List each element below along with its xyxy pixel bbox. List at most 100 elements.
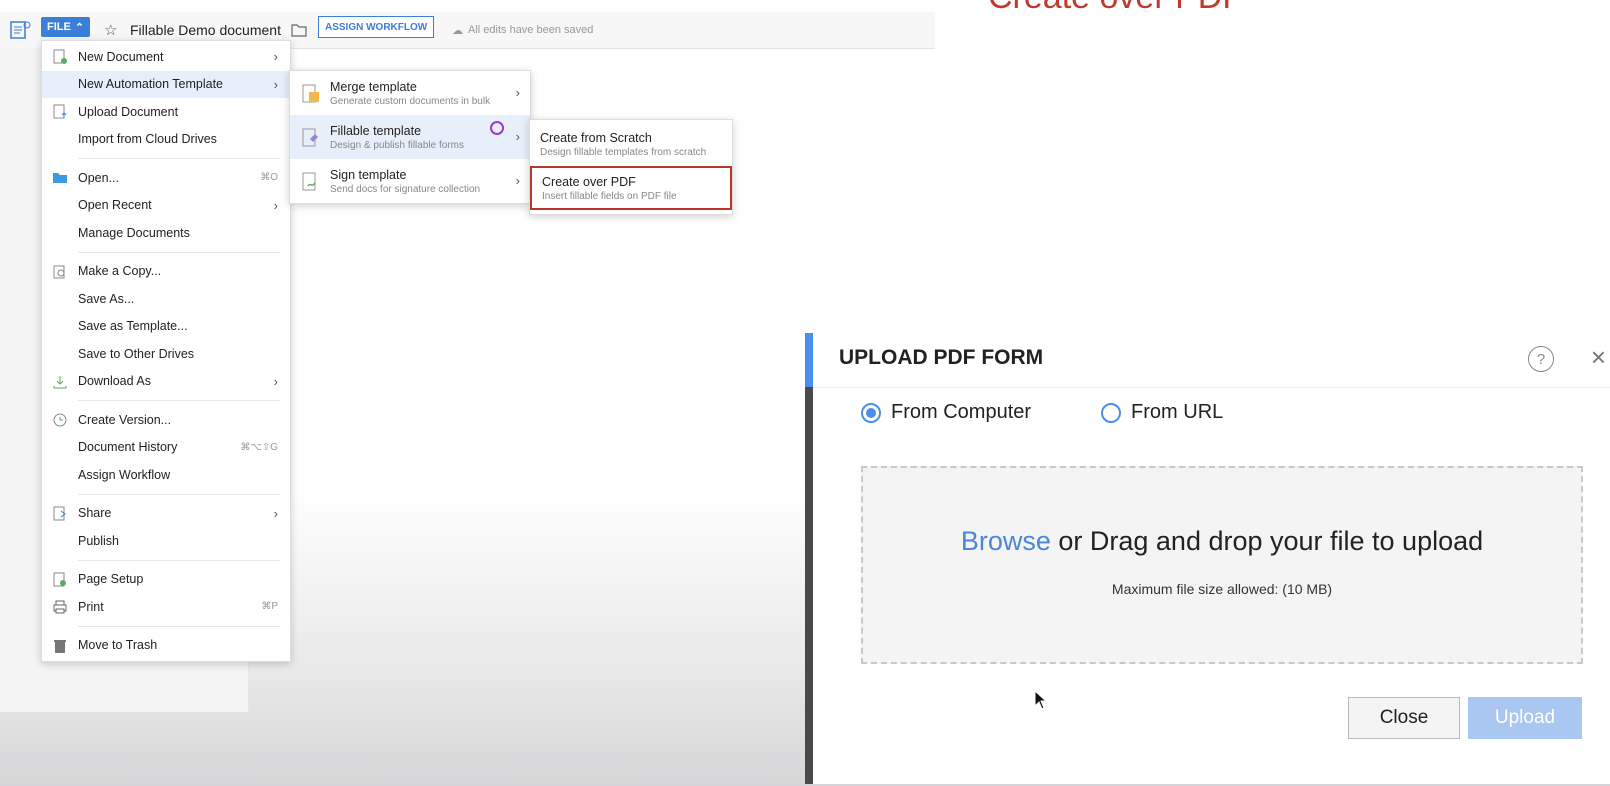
- menu-item-print[interactable]: Print ⌘P: [42, 593, 290, 621]
- from-computer-label: From Computer: [891, 401, 1032, 423]
- menu-item-label: Print: [78, 599, 104, 614]
- save-status-text: All edits have been saved: [468, 24, 594, 36]
- mouse-cursor-icon: [1034, 689, 1048, 715]
- menu-item-label: Assign Workflow: [78, 467, 171, 482]
- menu-item-label: Open...: [78, 170, 119, 185]
- menu-item-label: Save to Other Drives: [78, 346, 195, 361]
- document-app-icon[interactable]: [8, 12, 34, 48]
- sign-template-icon: [302, 172, 316, 191]
- upload-doc-icon: [52, 104, 68, 120]
- sign-template-title: Sign template: [330, 167, 407, 182]
- menu-item-page-setup[interactable]: Page Setup: [42, 566, 290, 594]
- menu-divider: [78, 559, 280, 561]
- menu-item-open[interactable]: Open... ⌘O: [42, 164, 290, 192]
- menu-divider: [78, 158, 280, 159]
- menu-item-document-history[interactable]: Document History ⌘⌥⇧G: [42, 434, 290, 462]
- menu-item-label: Upload Document: [78, 104, 179, 119]
- menu-divider: [78, 625, 280, 627]
- help-icon[interactable]: ?: [1528, 346, 1554, 372]
- create-from-scratch-desc: Design fillable templates from scratch: [540, 146, 707, 158]
- create-over-pdf-desc: Insert fillable fields on PDF file: [542, 190, 677, 202]
- chevron-right-icon: ›: [273, 76, 278, 92]
- browse-link[interactable]: Browse: [961, 526, 1051, 556]
- menu-item-label: New Automation Template: [78, 77, 223, 92]
- close-button[interactable]: Close: [1348, 697, 1460, 739]
- keyboard-shortcut: ⌘P: [261, 601, 278, 613]
- version-icon: [52, 412, 68, 428]
- share-icon: [52, 506, 68, 522]
- menu-divider: [78, 400, 280, 401]
- menu-item-open-recent[interactable]: Open Recent ›: [42, 192, 290, 220]
- merge-template-title: Merge template: [330, 79, 417, 94]
- folder-icon[interactable]: [291, 12, 307, 48]
- menu-item-make-a-copy[interactable]: Make a Copy...: [42, 258, 290, 286]
- sign-template-item[interactable]: Sign template Send docs for signature co…: [290, 159, 530, 203]
- chevron-right-icon: ›: [515, 173, 520, 188]
- menu-item-label: Save As...: [78, 291, 135, 306]
- menu-item-new-document[interactable]: New Document ›: [42, 43, 290, 71]
- menu-item-upload-document[interactable]: Upload Document: [42, 98, 290, 126]
- file-menu-label: FILE: [47, 21, 71, 33]
- merge-template-icon: [302, 84, 319, 103]
- create-from-scratch-title: Create from Scratch: [540, 130, 652, 145]
- download-icon: [52, 374, 68, 390]
- keyboard-shortcut: ⌘O: [260, 172, 278, 184]
- menu-item-label: Share: [78, 506, 112, 521]
- dialog-accent-bar: [805, 333, 813, 387]
- upload-button[interactable]: Upload: [1468, 697, 1582, 739]
- trash-icon: [52, 638, 68, 654]
- from-url-radio[interactable]: From URL: [1101, 401, 1223, 424]
- menu-item-share[interactable]: Share ›: [42, 500, 290, 528]
- chevron-right-icon: ›: [273, 49, 278, 65]
- drag-drop-text: or Drag and drop your file to upload: [1050, 526, 1484, 556]
- sign-template-desc: Send docs for signature collection: [330, 183, 481, 195]
- cursor-highlight-icon: [490, 121, 504, 135]
- menu-item-import-from-cloud-drives[interactable]: Import from Cloud Drives: [42, 126, 290, 154]
- menu-item-create-version[interactable]: Create Version...: [42, 406, 290, 434]
- drop-zone-text: Browse or Drag and drop your file to upl…: [863, 526, 1581, 557]
- menu-item-label: Open Recent: [78, 198, 152, 213]
- copy-icon: [52, 264, 68, 280]
- menu-item-move-to-trash[interactable]: Move to Trash: [42, 632, 290, 660]
- chevron-right-icon: ›: [273, 505, 278, 521]
- menu-item-assign-workflow[interactable]: Assign Workflow: [42, 461, 290, 489]
- radio-unselected-icon: [1101, 402, 1122, 423]
- create-from-scratch-item[interactable]: Create from Scratch Design fillable temp…: [530, 124, 732, 164]
- file-drop-zone[interactable]: Browse or Drag and drop your file to upl…: [861, 466, 1583, 664]
- menu-item-publish[interactable]: Publish: [42, 527, 290, 555]
- fillable-template-item[interactable]: Fillable template Design & publish filla…: [290, 115, 530, 159]
- merge-template-desc: Generate custom documents in bulk: [330, 95, 491, 107]
- create-over-pdf-item[interactable]: Create over PDF Insert fillable fields o…: [530, 166, 732, 210]
- menu-item-save-as-template[interactable]: Save as Template...: [42, 313, 290, 341]
- radio-selected-icon: [861, 402, 881, 423]
- from-url-label: From URL: [1131, 401, 1224, 423]
- menu-item-label: Publish: [78, 533, 119, 548]
- new-doc-icon: [52, 49, 68, 65]
- menu-item-save-to-other-drives[interactable]: Save to Other Drives: [42, 340, 290, 368]
- close-icon[interactable]: ×: [1591, 342, 1606, 373]
- assign-workflow-button[interactable]: ASSIGN WORKFLOW: [318, 16, 435, 38]
- dialog-header: UPLOAD PDF FORM ? ×: [813, 333, 1610, 388]
- menu-item-new-automation-template[interactable]: New Automation Template ›: [42, 70, 290, 98]
- chevron-right-icon: ›: [273, 197, 278, 213]
- menu-item-download-as[interactable]: Download As ›: [42, 368, 290, 396]
- menu-item-manage-documents[interactable]: Manage Documents: [42, 219, 290, 247]
- fillable-template-icon: [302, 128, 318, 147]
- chevron-right-icon: ›: [515, 129, 520, 144]
- merge-template-item[interactable]: Merge template Generate custom documents…: [290, 71, 530, 115]
- print-icon: [52, 599, 68, 615]
- file-menu: New Document › New Automation Template › Upl…: [41, 40, 291, 662]
- menu-item-label: Manage Documents: [78, 225, 190, 240]
- chevron-up-icon: ⌃: [74, 21, 85, 34]
- save-status: ☁ All edits have been saved: [452, 12, 593, 48]
- automation-template-submenu: Merge template Generate custom documents…: [289, 70, 531, 204]
- menu-item-label: Make a Copy...: [78, 264, 162, 279]
- menu-item-label: Page Setup: [78, 572, 144, 587]
- file-menu-button[interactable]: FILE ⌃: [41, 17, 91, 37]
- page-setup-icon: [52, 572, 68, 588]
- menu-divider: [78, 493, 280, 495]
- menu-item-label: Import from Cloud Drives: [78, 132, 217, 147]
- menu-item-save-as[interactable]: Save As...: [42, 285, 290, 313]
- menu-item-label: Move to Trash: [78, 638, 158, 653]
- from-computer-radio[interactable]: From Computer: [861, 401, 1031, 424]
